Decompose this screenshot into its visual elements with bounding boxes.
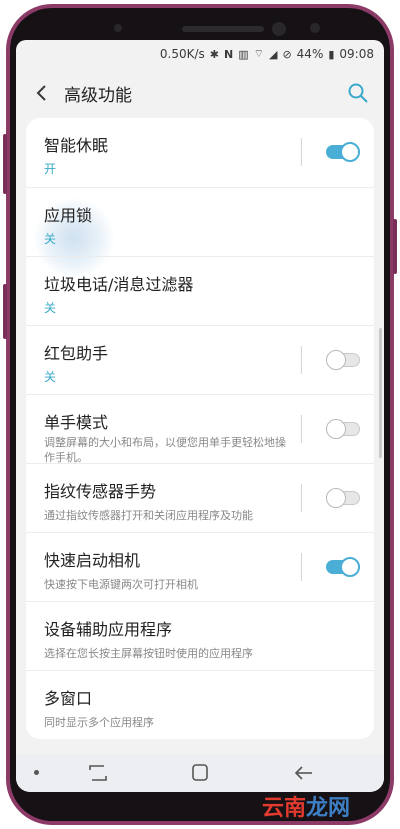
row-divider — [301, 138, 302, 166]
battery-percent: 44% — [296, 47, 324, 61]
row-divider — [301, 553, 302, 581]
vibrate-icon: ▥ — [238, 47, 249, 61]
toggle-knob — [326, 419, 346, 439]
status-bar: 0.50K/s ✱ N ▥ ⌔ ◢ ⊘ 44% ▮ 09:08 — [16, 40, 384, 68]
setting-title: 红包助手 — [44, 344, 109, 363]
setting-title: 指纹传感器手势 — [44, 482, 157, 501]
setting-description: 调整屏幕的大小和布局，以便您用单手更轻松地操作手机。 — [44, 436, 286, 464]
nfc-icon: N — [224, 47, 234, 61]
home-button-icon[interactable] — [188, 762, 212, 784]
bixby-button — [3, 284, 7, 339]
setting-title: 垃圾电话/消息过滤器 — [44, 275, 194, 294]
scrollbar[interactable] — [379, 328, 382, 458]
settings-row[interactable]: 指纹传感器手势通过指纹传感器打开和关闭应用程序及功能 — [26, 463, 374, 532]
setting-title: 多窗口 — [44, 689, 93, 708]
row-divider — [301, 484, 302, 512]
settings-row[interactable]: 单手模式调整屏幕的大小和布局，以便您用单手更轻松地操作手机。 — [26, 394, 374, 464]
front-camera — [272, 22, 286, 36]
nav-dot-icon[interactable] — [34, 770, 39, 775]
page-title: 高级功能 — [64, 86, 132, 106]
clock: 09:08 — [339, 47, 374, 61]
setting-title: 单手模式 — [44, 413, 109, 432]
settings-row[interactable]: 应用锁关 — [26, 187, 374, 278]
do-not-disturb-icon: ⊘ — [282, 47, 292, 61]
setting-toggle[interactable] — [326, 419, 360, 439]
bluetooth-icon: ✱ — [209, 47, 220, 61]
volume-button — [3, 134, 7, 194]
settings-row[interactable]: 智能休眠开 — [26, 118, 374, 187]
toggle-knob — [340, 142, 360, 162]
setting-toggle[interactable] — [326, 557, 360, 577]
setting-toggle[interactable] — [326, 488, 360, 508]
setting-description: 选择在您长按主屏幕按钮时使用的应用程序 — [44, 647, 253, 660]
power-button — [393, 219, 397, 274]
row-divider — [301, 415, 302, 443]
toggle-knob — [326, 350, 346, 370]
earpiece-speaker — [182, 26, 264, 32]
screen: 0.50K/s ✱ N ▥ ⌔ ◢ ⊘ 44% ▮ 09:08 高级功能 智能休… — [16, 40, 384, 792]
setting-value: 关 — [44, 232, 57, 246]
setting-value: 关 — [44, 370, 57, 384]
setting-value: 开 — [44, 162, 57, 176]
battery-icon: ▮ — [328, 47, 335, 61]
setting-description: 通过指纹传感器打开和关闭应用程序及功能 — [44, 509, 253, 522]
wifi-icon: ⌔ — [253, 47, 264, 60]
settings-row[interactable]: 红包助手关 — [26, 325, 374, 394]
settings-row[interactable]: 垃圾电话/消息过滤器关 — [26, 256, 374, 325]
signal-icon: ◢ — [268, 47, 278, 61]
toggle-knob — [340, 557, 360, 577]
recent-apps-icon[interactable] — [86, 762, 110, 784]
settings-row[interactable]: 设备辅助应用程序选择在您长按主屏幕按钮时使用的应用程序 — [26, 601, 374, 670]
setting-title: 快速启动相机 — [44, 551, 141, 570]
watermark-part2: 龙网 — [306, 796, 351, 821]
setting-value: 关 — [44, 301, 57, 315]
row-divider — [301, 346, 302, 374]
settings-row[interactable]: 多窗口同时显示多个应用程序 — [26, 670, 374, 739]
setting-title: 应用锁 — [44, 206, 93, 225]
setting-toggle[interactable] — [326, 350, 360, 370]
toggle-knob — [326, 488, 346, 508]
sensor — [114, 24, 122, 32]
app-bar: 高级功能 — [16, 68, 384, 118]
search-icon[interactable] — [346, 81, 370, 105]
watermark: 云南龙网 — [262, 790, 350, 822]
watermark-part1: 云南 — [262, 796, 307, 821]
setting-description: 快速按下电源键两次可打开相机 — [44, 578, 198, 591]
navigation-bar — [16, 754, 384, 792]
setting-title: 设备辅助应用程序 — [44, 620, 173, 639]
settings-list: 智能休眠开应用锁关垃圾电话/消息过滤器关红包助手关单手模式 调整屏幕的大小和布局，… — [26, 118, 374, 739]
back-button-icon[interactable] — [292, 762, 316, 784]
setting-toggle[interactable] — [326, 142, 360, 162]
iris-sensor — [310, 23, 320, 33]
back-arrow-icon[interactable] — [28, 79, 56, 107]
setting-title: 智能休眠 — [44, 136, 109, 155]
setting-description: 同时显示多个应用程序 — [44, 716, 154, 729]
settings-row[interactable]: 快速启动相机快速按下电源键两次可打开相机 — [26, 532, 374, 601]
network-speed: 0.50K/s — [159, 47, 205, 61]
